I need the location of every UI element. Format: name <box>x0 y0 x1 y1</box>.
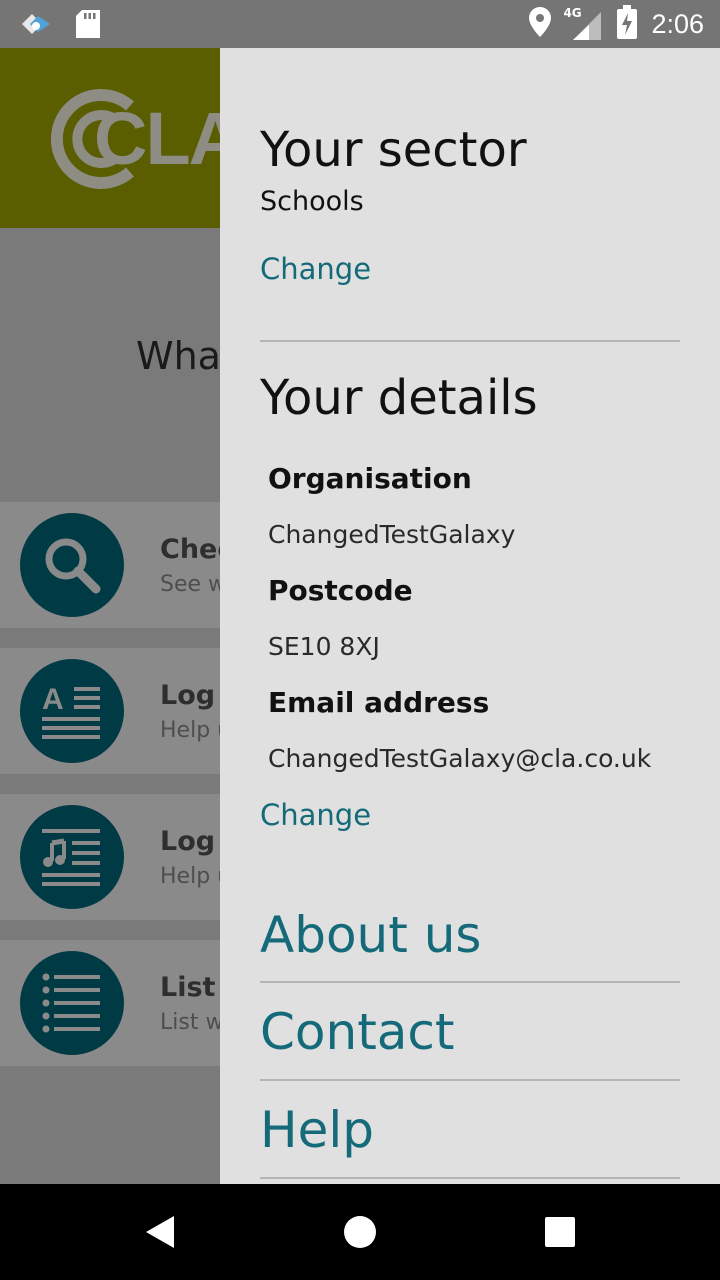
divider <box>260 340 680 342</box>
email-label: Email address <box>268 686 490 719</box>
divider <box>260 1177 680 1179</box>
postcode-label: Postcode <box>268 574 413 607</box>
option-subtitle: See w <box>160 572 227 597</box>
help-link[interactable]: Help <box>260 1101 374 1159</box>
details-heading: Your details <box>260 370 538 426</box>
list-icon <box>20 951 124 1055</box>
divider <box>260 981 680 983</box>
organisation-label: Organisation <box>268 462 472 495</box>
signal-icon: 4G <box>563 6 603 40</box>
email-value: ChangedTestGalaxy@cla.co.uk <box>268 744 652 773</box>
sd-card-icon <box>76 10 100 42</box>
system-nav-bar <box>0 1184 720 1280</box>
sector-heading: Your sector <box>260 122 527 178</box>
search-icon <box>20 513 124 617</box>
clock: 2:06 <box>651 8 704 39</box>
text-lines-icon: A <box>20 659 124 763</box>
back-icon[interactable] <box>144 1214 176 1254</box>
option-subtitle: List w <box>160 1010 224 1035</box>
change-details-link[interactable]: Change <box>260 798 371 832</box>
home-icon[interactable] <box>344 1216 376 1252</box>
logo-text: CLA <box>94 97 242 180</box>
location-icon <box>529 7 552 41</box>
status-bar: 4G 2:06 <box>0 0 720 48</box>
sector-value: Schools <box>260 186 364 217</box>
navigation-drawer: Your sector Schools Change Your details … <box>220 48 720 1184</box>
change-sector-link[interactable]: Change <box>260 252 371 286</box>
recents-icon[interactable] <box>545 1217 575 1251</box>
contact-link[interactable]: Contact <box>260 1003 455 1061</box>
about-us-link[interactable]: About us <box>260 906 481 964</box>
home-question: Wha <box>136 334 221 378</box>
postcode-value: SE10 8XJ <box>268 632 380 661</box>
svg-text:A: A <box>42 683 64 716</box>
organisation-value: ChangedTestGalaxy <box>268 520 516 549</box>
divider <box>260 1079 680 1081</box>
battery-charging-icon <box>617 5 638 43</box>
music-lines-icon <box>20 805 124 909</box>
cast-icon <box>18 10 54 42</box>
